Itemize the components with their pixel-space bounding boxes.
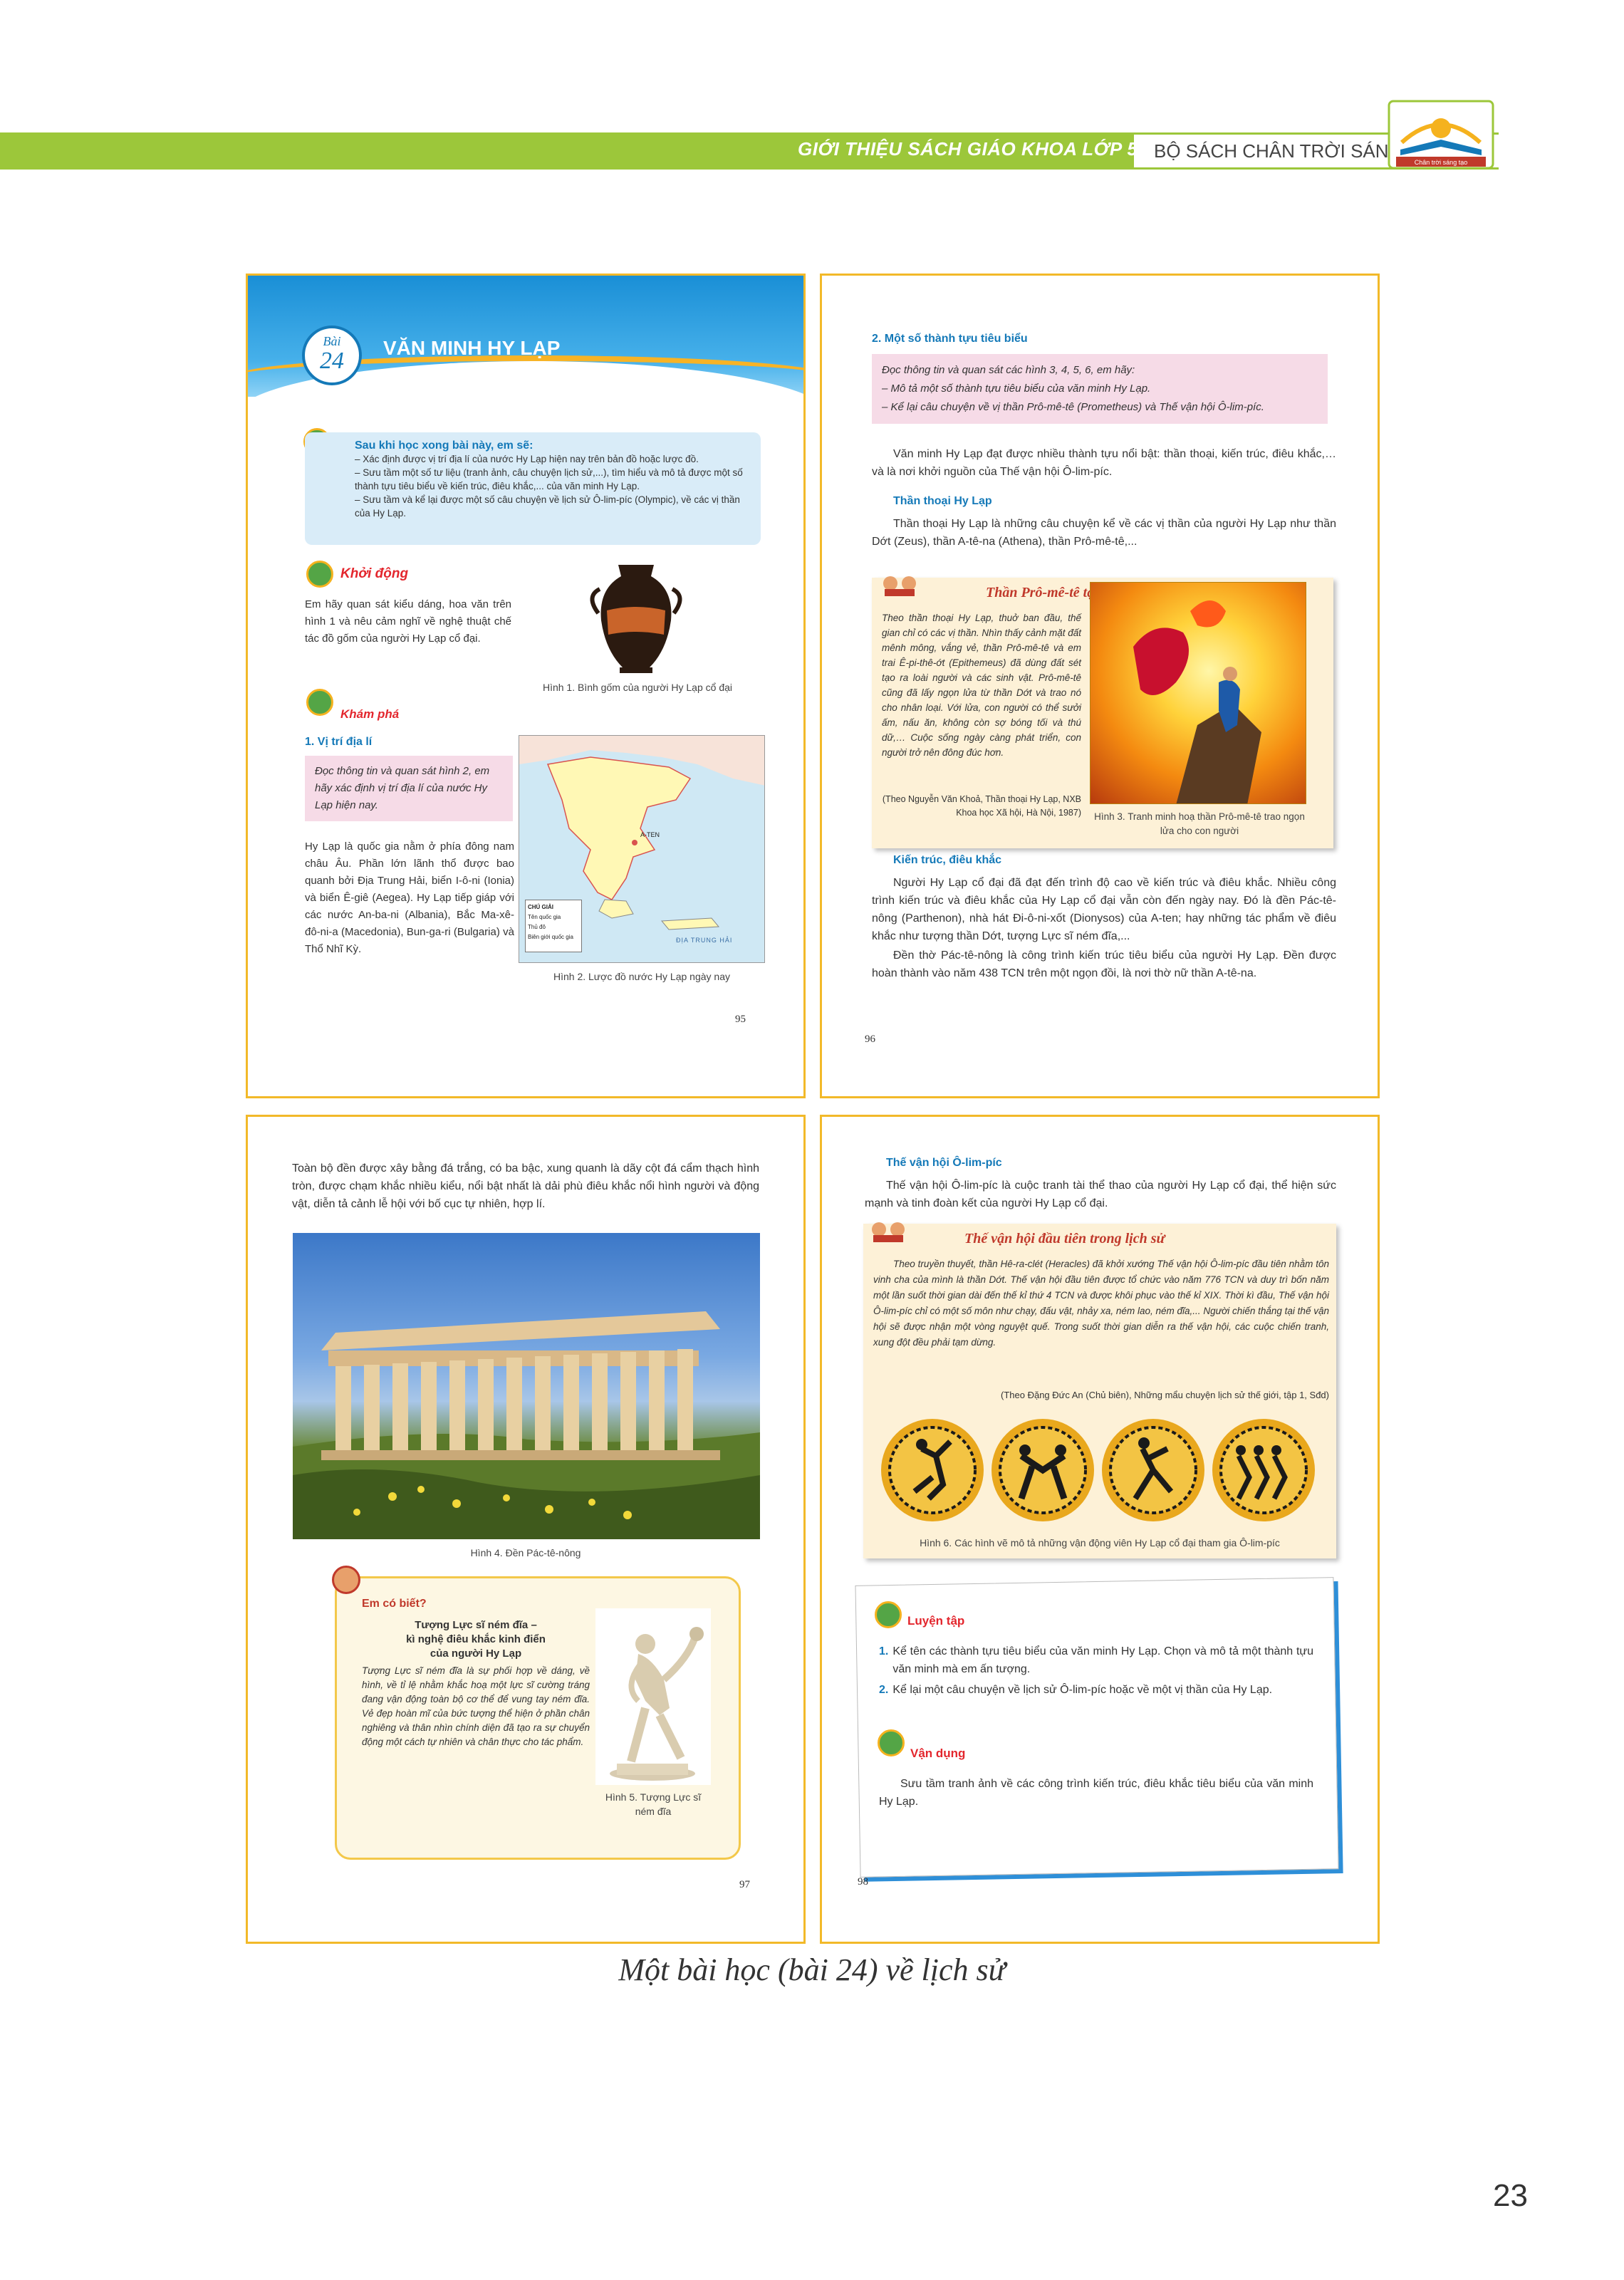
did-you-know-title: Tượng Lực sĩ ném đĩa – kì nghệ điêu khắc… [362,1618,590,1661]
intro-text: Toàn bộ đền được xây bằng đá trắng, có b… [292,1162,759,1210]
page-number: 97 [739,1879,750,1890]
task-line: – Kể lại câu chuyện về vị thần Prô-mê-tê… [882,401,1264,413]
lesson-number: 24 [320,348,344,374]
story-text: Theo truyền thuyết, thần Hê-ra-clét (Her… [873,1259,1329,1348]
figure-caption: Một bài học (bài 24) về lịch sử [618,1952,1006,1987]
practice-number: 2. [879,1684,889,1696]
practice-list: 1. Kể tên các thành tựu tiêu biểu của vă… [879,1643,1313,1699]
practice-icon [875,1601,902,1628]
map-sea-label: ĐỊA TRUNG HẢI [676,937,733,944]
prometheus-illustration [1090,582,1306,804]
fig2-caption: Hình 2. Lược đồ nước Hy Lạp ngày nay [553,971,730,982]
page-number: 98 [858,1876,868,1888]
arch-text-2: Đền thờ Pác-tê-nông là công trình kiến t… [872,949,1336,979]
athlete-medallion [991,1419,1094,1521]
page-95: Bài 24 VĂN MINH HY LẠP Sau khi học xong … [246,274,806,1098]
goal-item: – Sưu tầm và kể lại được một số câu chuy… [355,494,740,519]
section1-text: Hy Lạp là quốc gia nằm ở phía đông nam c… [305,840,514,955]
practice-heading: Luyện tập [907,1614,965,1628]
goal-item: – Xác định được vị trí địa lí của nước H… [355,454,699,464]
warmup-heading: Khởi động [340,566,409,581]
fig1-caption: Hình 1. Bình gốm của người Hy Lạp cổ đại [542,682,733,693]
task-line: – Mô tả một số thành tựu tiêu biểu của v… [882,382,1151,395]
map-capital-label: A-TEN [640,831,660,838]
map-legend-item: Biên giới quốc gia [528,934,573,940]
story-source: (Theo Đặng Đức An (Chủ biên), Những mẩu … [1001,1390,1329,1400]
practice-item-text: Kể tên các thành tựu tiêu biểu của văn m… [892,1645,1313,1675]
header-left-title: GIỚI THIỆU SÁCH GIÁO KHOA LỚP 5 [798,138,1138,160]
athlete-medallion [1212,1419,1315,1521]
map-legend-title: CHÚ GIẢI [528,904,553,910]
parthenon-photo [293,1233,760,1539]
warmup-icon [306,561,333,588]
practice-item: 2. Kể lại một câu chuyện về lịch sử Ô-li… [879,1681,1313,1699]
apply-icon [878,1729,905,1756]
athlete-medallion [881,1419,984,1521]
athlete-medallion [1102,1419,1204,1521]
story-title: Thế vận hội đầu tiên trong lịch sử [964,1231,1165,1246]
practice-item: 1. Kể tên các thành tựu tiêu biểu của vă… [879,1643,1313,1678]
map-legend-item: Thủ đô [528,924,546,930]
fig3-caption: Hình 3. Tranh minh hoạ thần Prô-mê-tê tr… [1094,811,1305,836]
title-line: kì nghệ điêu khắc kinh điển [406,1633,546,1645]
olympic-heading: Thế vận hội Ô-lim-píc [886,1157,1002,1169]
logo-text: Chân trời sáng tạo [1415,159,1467,166]
fig5-caption: Hình 5. Tượng Lực sĩ ném đĩa [595,1790,711,1818]
section1-task: Đọc thông tin và quan sát hình 2, em hãy… [305,756,513,821]
page-number: 96 [865,1034,875,1045]
section1-title: 1. Vị trí địa lí [305,736,373,748]
caption-line: ném đĩa [635,1806,672,1817]
did-you-know-heading: Em có biết? [362,1598,427,1610]
page-97: Toàn bộ đền được xây bằng đá trắng, có b… [246,1115,806,1944]
goal-item: – Sưu tầm một số tư liệu (tranh ảnh, câu… [355,467,743,491]
lesson-label: Bài [323,334,341,348]
reading-kids-icon [880,575,919,598]
intro-text: Văn minh Hy Lạp đạt được nhiều thành tựu… [872,448,1336,478]
reading-kids-icon [869,1221,907,1244]
olympic-athletes-images [879,1413,1321,1527]
caption-line: Hình 5. Tượng Lực sĩ [605,1791,702,1803]
section2-task: Đọc thông tin và quan sát các hình 3, 4,… [872,354,1328,424]
fig6-caption: Hình 6. Các hình vẽ mô tả những vận động… [920,1537,1280,1548]
document-page-number: 23 [1493,2178,1528,2213]
did-you-know-text: Tượng Lực sĩ ném đĩa là sự phối hợp về d… [362,1665,590,1747]
title-line: của người Hy Lạp [430,1647,522,1660]
section2-title: 2. Một số thành tựu tiêu biểu [872,333,1028,345]
story-text: Theo thần thoại Hy Lạp, thuở ban đầu, th… [882,613,1081,758]
lesson-badge: Bài 24 [302,326,362,385]
olympic-text: Thế vận hội Ô-lim-píc là cuộc tranh tài … [865,1180,1336,1209]
explore-icon [306,689,333,716]
warmup-text: Em hãy quan sát kiểu dáng, hoa văn trên … [305,598,511,645]
page-98: Thế vận hội Ô-lim-píc Thế vận hội Ô-lim-… [820,1115,1380,1944]
myth-heading: Thần thoại Hy Lạp [893,495,992,507]
greece-map-image: A-TEN ĐỊA TRUNG HẢI CHÚ GIẢI Tên quốc gi… [519,735,765,963]
practice-number: 1. [879,1645,889,1657]
goals-box: Sau khi học xong bài này, em sẽ: – Xác đ… [305,432,761,545]
book-logo-icon: Chân trời sáng tạo [1388,100,1494,170]
title-line: Tượng Lực sĩ ném đĩa – [415,1619,537,1631]
lesson-title: VĂN MINH HY LẠP [383,337,561,359]
arch-text-1: Người Hy Lạp cổ đại đã đạt đến trình độ … [872,877,1336,942]
girl-icon [332,1566,360,1594]
apply-heading: Vận dụng [910,1747,966,1760]
greek-vase-image [590,565,682,673]
story-source: (Theo Nguyễn Văn Khoả, Thần thoại Hy Lạp… [882,794,1081,818]
task-line: Đọc thông tin và quan sát các hình 3, 4,… [882,364,1135,376]
apply-text: Sưu tầm tranh ảnh về các công trình kiến… [879,1778,1313,1808]
fig4-caption: Hình 4. Đền Pác-tê-nông [470,1547,581,1558]
map-legend-item: Tên quốc gia [528,914,561,920]
page-number: 95 [735,1014,746,1025]
arch-heading: Kiến trúc, điêu khắc [893,854,1002,866]
practice-item-text: Kể lại một câu chuyện về lịch sử Ô-lim-p… [892,1684,1273,1696]
discobolus-statue-photo [595,1608,711,1785]
map-legend: CHÚ GIẢI Tên quốc gia Thủ đô Biên giới q… [525,900,582,952]
explore-heading: Khám phá [340,707,400,721]
page-96: 2. Một số thành tựu tiêu biểu Đọc thông … [820,274,1380,1098]
myth-text: Thần thoại Hy Lạp là những câu chuyện kể… [872,518,1336,548]
goals-heading: Sau khi học xong bài này, em sẽ: [355,439,533,452]
